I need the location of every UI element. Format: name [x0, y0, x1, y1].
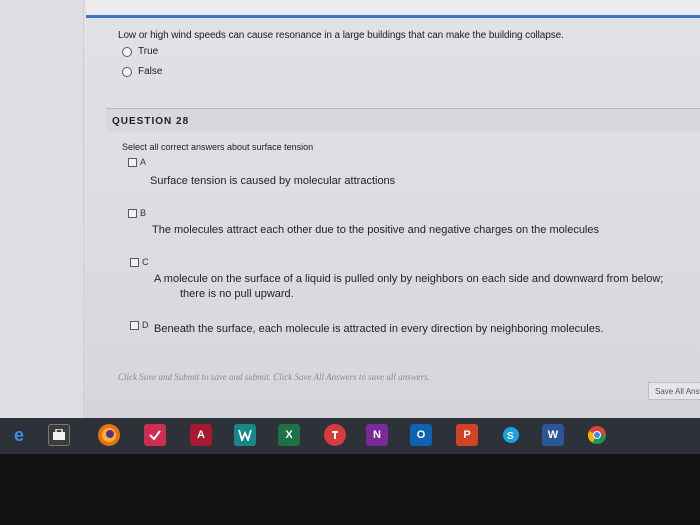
- question-28-instruction: Select all correct answers about surface…: [122, 142, 314, 152]
- checkbox-b[interactable]: [128, 208, 137, 218]
- browser-viewport: Low or high wind speeds can cause resona…: [0, 0, 700, 418]
- left-margin: [0, 0, 84, 418]
- radio-false[interactable]: [122, 66, 132, 77]
- sway-icon[interactable]: [234, 424, 256, 446]
- word-icon[interactable]: W: [542, 424, 564, 446]
- outlook-icon[interactable]: O: [410, 424, 432, 446]
- submit-instructions: Click Save and Submit to save and submit…: [118, 372, 430, 382]
- answer-a-letter: A: [140, 157, 147, 167]
- answer-c-letter: C: [142, 257, 149, 267]
- powerpoint-icon[interactable]: P: [456, 424, 478, 446]
- answer-b-text: The molecules attract each other due to …: [152, 224, 599, 236]
- checkbox-d[interactable]: [130, 320, 139, 330]
- store-icon[interactable]: [48, 424, 70, 446]
- edge-icon[interactable]: e: [8, 424, 30, 446]
- chrome-icon[interactable]: [586, 424, 608, 446]
- answer-d-letter: D: [142, 320, 149, 330]
- option-false[interactable]: False: [122, 66, 162, 77]
- monitor-bezel: [0, 454, 700, 525]
- firefox-icon[interactable]: [98, 424, 120, 446]
- question-27: Low or high wind speeds can cause resona…: [118, 30, 678, 41]
- answer-d-checkbox-row[interactable]: D: [130, 320, 149, 330]
- answer-a-text: Surface tension is caused by molecular a…: [150, 175, 396, 187]
- save-all-answers-button[interactable]: Save All Answers: [648, 382, 700, 400]
- access-icon[interactable]: A: [190, 424, 212, 446]
- answer-c-line-2: there is no pull upward.: [180, 288, 294, 300]
- previous-question-card: [86, 0, 700, 18]
- answer-a-checkbox-row[interactable]: A: [128, 157, 146, 167]
- excel-icon[interactable]: X: [278, 424, 300, 446]
- option-false-label: False: [138, 66, 163, 77]
- option-true-label: True: [138, 46, 159, 57]
- answer-c-line-1: A molecule on the surface of a liquid is…: [154, 273, 664, 285]
- todoist-icon[interactable]: [324, 424, 346, 446]
- checkbox-a[interactable]: [128, 157, 137, 167]
- skype-icon[interactable]: S: [500, 424, 522, 446]
- checkbox-c[interactable]: [130, 257, 139, 267]
- answer-b-checkbox-row[interactable]: B: [128, 208, 146, 218]
- question-27-prompt: Low or high wind speeds can cause resona…: [118, 30, 564, 41]
- option-true[interactable]: True: [122, 46, 158, 57]
- onenote-icon[interactable]: N: [366, 424, 388, 446]
- answer-d-text: Beneath the surface, each molecule is at…: [154, 323, 604, 335]
- answer-b-letter: B: [140, 208, 147, 218]
- svg-text:S: S: [507, 431, 514, 442]
- answer-c-text: A molecule on the surface of a liquid is…: [154, 272, 694, 302]
- radio-true[interactable]: [122, 46, 132, 57]
- question-28-header: QUESTION 28: [106, 109, 700, 131]
- security-icon[interactable]: [144, 424, 166, 446]
- answer-c-checkbox-row[interactable]: C: [130, 257, 149, 267]
